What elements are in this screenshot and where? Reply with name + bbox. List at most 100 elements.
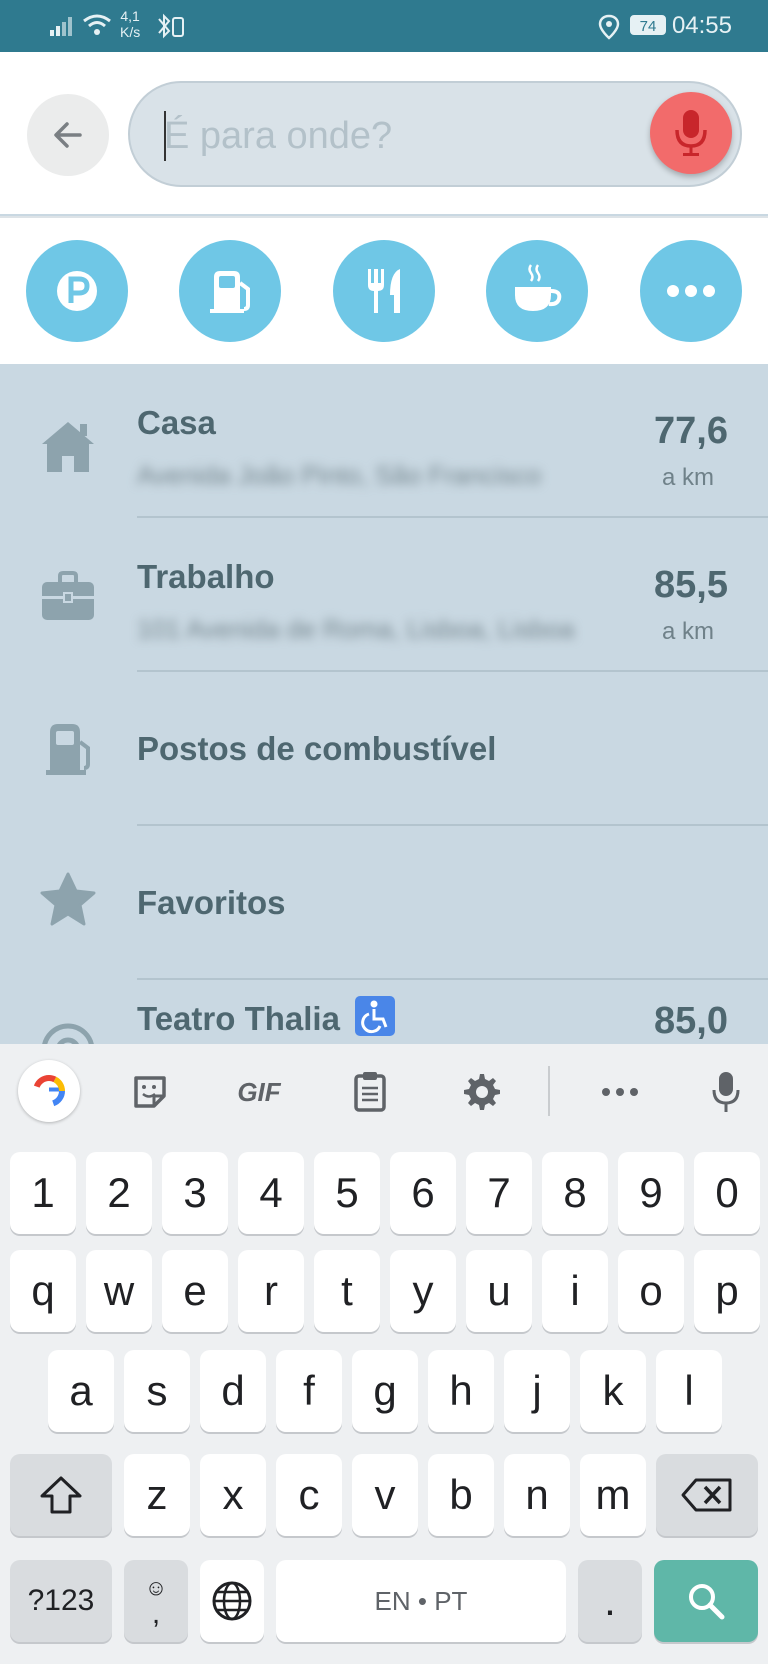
shift-key[interactable] <box>10 1454 112 1536</box>
key-d[interactable]: d <box>200 1350 266 1432</box>
key-5[interactable]: 5 <box>314 1152 380 1234</box>
destination-list: Casa Avenida João Pinto, São Francisco 7… <box>0 364 768 1044</box>
key-o[interactable]: o <box>618 1250 684 1332</box>
sticker-icon <box>134 1076 166 1108</box>
period-key[interactable]: . <box>578 1560 642 1642</box>
key-n[interactable]: n <box>504 1454 570 1536</box>
list-item-fuel-stations[interactable]: Postos de combustível <box>0 672 768 826</box>
place-icon <box>42 1023 94 1044</box>
fuel-button[interactable] <box>179 240 281 342</box>
key-1[interactable]: 1 <box>10 1152 76 1234</box>
globe-icon <box>212 1581 252 1621</box>
key-u[interactable]: u <box>466 1250 532 1332</box>
food-button[interactable] <box>333 240 435 342</box>
fork-knife-icon <box>368 269 400 313</box>
list-item-title: Favoritos <box>137 884 286 921</box>
list-item-work[interactable]: Trabalho 101 Avenida de Roma, Lisboa, Li… <box>0 518 768 672</box>
wheelchair-accessible-icon <box>355 996 396 1036</box>
list-item-distance: 77,6 <box>654 410 728 452</box>
more-categories-button[interactable] <box>640 240 742 342</box>
key-x[interactable]: x <box>200 1454 266 1536</box>
gear-icon <box>464 1074 500 1110</box>
back-button[interactable] <box>27 94 109 176</box>
more-horizontal-icon <box>602 1088 638 1096</box>
list-item-home[interactable]: Casa Avenida João Pinto, São Francisco 7… <box>0 364 768 518</box>
star-icon <box>40 872 96 926</box>
space-key[interactable]: EN • PT <box>276 1560 566 1642</box>
network-speed-value: 4,1 <box>120 8 140 24</box>
key-f[interactable]: f <box>276 1350 342 1432</box>
location-icon <box>598 14 620 40</box>
key-3[interactable]: 3 <box>162 1152 228 1234</box>
parking-button[interactable] <box>26 240 128 342</box>
key-7[interactable]: 7 <box>466 1152 532 1234</box>
key-y[interactable]: y <box>390 1250 456 1332</box>
coffee-button[interactable] <box>486 240 588 342</box>
settings-button[interactable] <box>456 1064 508 1120</box>
language-key[interactable] <box>200 1560 264 1642</box>
key-r[interactable]: r <box>238 1250 304 1332</box>
shift-arrow-icon <box>40 1476 82 1514</box>
clock: 04:55 <box>671 12 732 39</box>
list-item-title-text: Teatro Thalia <box>137 1000 340 1037</box>
key-q[interactable]: q <box>10 1250 76 1332</box>
key-z[interactable]: z <box>124 1454 190 1536</box>
list-item-address: Avenida João Pinto, São Francisco <box>137 460 542 490</box>
emoji-comma-key[interactable]: ☺ , <box>124 1560 188 1642</box>
text-cursor <box>164 111 166 161</box>
key-l[interactable]: l <box>656 1350 722 1432</box>
key-9[interactable]: 9 <box>618 1152 684 1234</box>
battery-indicator: 74 <box>630 15 666 35</box>
key-2[interactable]: 2 <box>86 1152 152 1234</box>
key-e[interactable]: e <box>162 1250 228 1332</box>
key-a[interactable]: a <box>48 1350 114 1432</box>
more-options-button[interactable] <box>594 1064 646 1120</box>
backspace-key[interactable] <box>656 1454 758 1536</box>
list-item-favorites[interactable]: Favoritos <box>0 826 768 980</box>
symbols-key[interactable]: ?123 <box>10 1560 112 1642</box>
keyboard-toolbar: GIF <box>0 1044 768 1142</box>
key-b[interactable]: b <box>428 1454 494 1536</box>
comma-label: , <box>151 1597 161 1630</box>
network-speed-unit: K/s <box>120 24 141 40</box>
voice-typing-button[interactable] <box>700 1064 752 1120</box>
voice-search-button[interactable] <box>650 92 732 174</box>
sticker-button[interactable] <box>124 1064 176 1120</box>
key-g[interactable]: g <box>352 1350 418 1432</box>
arrow-left-icon <box>54 122 82 148</box>
list-item-distance-unit: a km <box>661 618 714 645</box>
key-w[interactable]: w <box>86 1250 152 1332</box>
clipboard-button[interactable] <box>344 1064 396 1120</box>
key-4[interactable]: 4 <box>238 1152 304 1234</box>
list-item-distance: 85,5 <box>654 564 728 606</box>
key-s[interactable]: s <box>124 1350 190 1432</box>
gif-button[interactable]: GIF <box>228 1064 290 1120</box>
key-6[interactable]: 6 <box>390 1152 456 1234</box>
key-i[interactable]: i <box>542 1250 608 1332</box>
google-search-button[interactable] <box>18 1060 80 1122</box>
search-icon <box>689 1584 725 1620</box>
key-m[interactable]: m <box>580 1454 646 1536</box>
backspace-icon <box>681 1478 732 1512</box>
fuel-pump-icon <box>210 271 250 313</box>
key-h[interactable]: h <box>428 1350 494 1432</box>
key-0[interactable]: 0 <box>694 1152 760 1234</box>
list-item-distance-unit: a km <box>661 464 714 491</box>
key-j[interactable]: j <box>504 1350 570 1432</box>
more-dots-icon <box>667 285 715 297</box>
key-8[interactable]: 8 <box>542 1152 608 1234</box>
list-item-title: Trabalho <box>137 558 275 595</box>
parking-icon <box>57 271 97 311</box>
microphone-icon <box>712 1072 740 1112</box>
list-item-place[interactable]: Teatro Thalia 85,0 <box>0 980 768 1044</box>
search-input[interactable] <box>162 107 636 165</box>
key-v[interactable]: v <box>352 1454 418 1536</box>
toolbar-separator <box>548 1066 550 1116</box>
key-p[interactable]: p <box>694 1250 760 1332</box>
search-key[interactable] <box>654 1560 758 1642</box>
key-k[interactable]: k <box>580 1350 646 1432</box>
key-c[interactable]: c <box>276 1454 342 1536</box>
coffee-cup-icon <box>515 264 562 311</box>
signal-icon <box>50 17 72 36</box>
key-t[interactable]: t <box>314 1250 380 1332</box>
